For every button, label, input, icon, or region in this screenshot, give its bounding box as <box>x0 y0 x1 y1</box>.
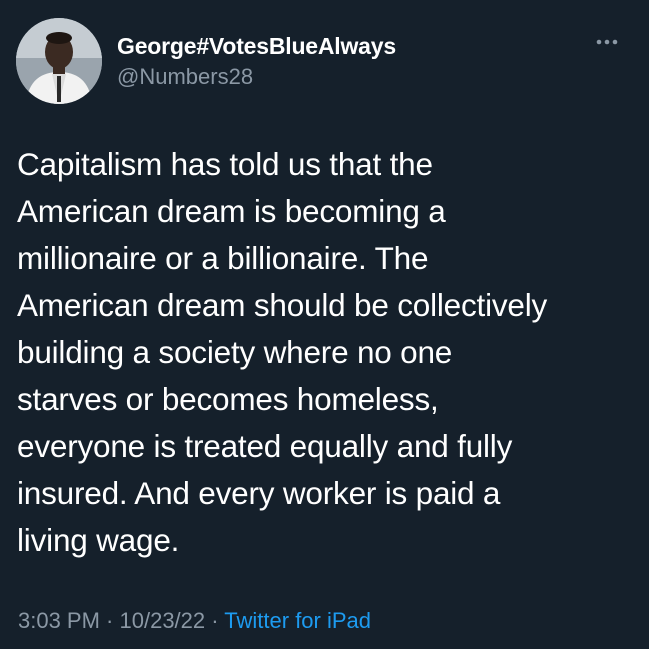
tweet-text-line: building a society where no one <box>17 334 453 370</box>
tweet-text-line: American dream should be collectively <box>17 287 548 323</box>
tweet-text-line: living wage. <box>17 522 180 558</box>
tweet-source-link[interactable]: Twitter for iPad <box>224 608 371 633</box>
tweet-text-line: insured. And every worker is paid a <box>17 475 501 511</box>
tweet-text-line: millionaire or a billionaire. The <box>17 240 429 276</box>
display-name[interactable]: George#VotesBlueAlways <box>117 33 396 60</box>
tweet-card: George#VotesBlueAlways @Numbers28 Capita… <box>0 0 649 649</box>
user-handle[interactable]: @Numbers28 <box>117 64 253 90</box>
tweet-text-line: everyone is treated equally and fully <box>17 428 513 464</box>
avatar[interactable] <box>16 18 102 104</box>
meta-separator: · <box>99 608 120 633</box>
more-horizontal-icon[interactable] <box>594 35 622 49</box>
tweet-meta: 3:03 PM · 10/23/22 · Twitter for iPad <box>18 608 371 634</box>
tweet-text: Capitalism has told us that the American… <box>17 141 637 564</box>
tweet-time[interactable]: 3:03 PM <box>18 608 100 633</box>
meta-separator: · <box>205 608 225 633</box>
avatar-image <box>16 18 102 104</box>
tweet-text-line: Capitalism has told us that the <box>17 146 433 182</box>
tweet-text-line: American dream is becoming a <box>17 193 446 229</box>
tweet-text-line: starves or becomes homeless, <box>17 381 439 417</box>
tweet-date[interactable]: 10/23/22 <box>120 608 206 633</box>
